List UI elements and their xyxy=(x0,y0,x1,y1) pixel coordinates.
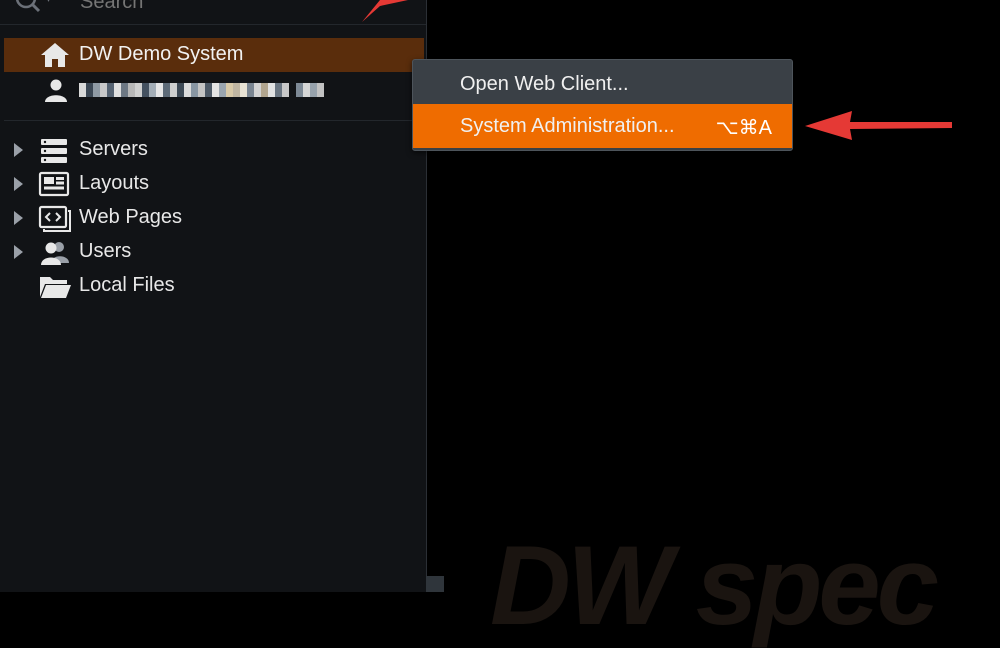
annotation-arrow-menu xyxy=(805,111,952,140)
annotation-arrow-top xyxy=(362,0,408,22)
annotation-arrows xyxy=(362,0,952,140)
